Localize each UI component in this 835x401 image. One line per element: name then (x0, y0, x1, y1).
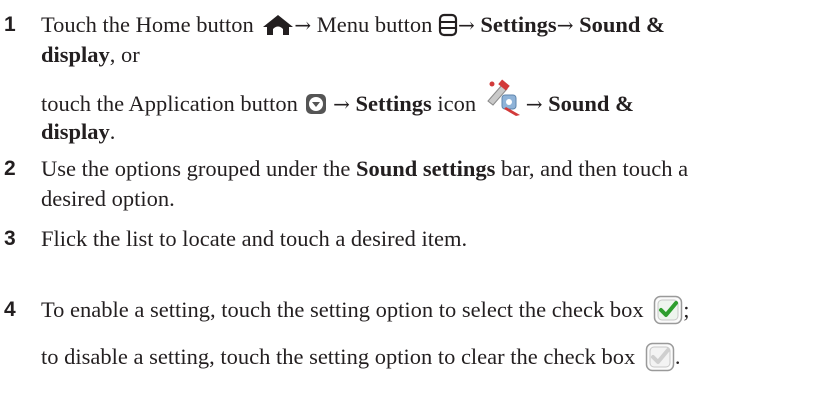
step-2-line-1: Use the options grouped under the Sound … (41, 154, 688, 184)
step-1-line-1: Touch the Home button → Menu button → Se… (41, 10, 665, 40)
step-text: To enable a setting, touch the setting o… (41, 297, 644, 322)
arrow-icon: → (556, 13, 574, 37)
cleared-checkbox-icon (645, 342, 675, 372)
step-1-line-3: touch the Application button → Settings … (41, 79, 634, 125)
menu-path-sound-display: display (41, 119, 110, 144)
menu-path-settings: Settings (355, 91, 432, 117)
checked-checkbox-icon (653, 295, 683, 325)
arrow-icon: → (458, 13, 475, 37)
step-text: Use the options grouped under the (41, 156, 351, 181)
step-number: 4 (4, 298, 16, 321)
arrow-icon: → (294, 13, 312, 37)
home-icon (262, 14, 294, 36)
step-text: Menu button (316, 12, 433, 37)
step-4-line-1: To enable a setting, touch the setting o… (41, 295, 690, 327)
step-3-line-1: Flick the list to locate and touch a des… (41, 226, 468, 251)
arrow-icon: → (525, 92, 543, 117)
step-number: 2 (4, 157, 16, 180)
step-text: ; (683, 297, 690, 322)
step-4-line-2: to disable a setting, touch the setting … (41, 342, 680, 374)
arrow-icon: → (333, 92, 350, 117)
step-text: to disable a setting, touch the setting … (41, 344, 636, 369)
menu-path-sound-display: Sound & (579, 12, 665, 37)
application-icon (305, 93, 327, 115)
settings-icon (482, 79, 526, 117)
menu-path-sound-display: Sound & (548, 91, 634, 117)
menu-path-settings: Settings (480, 12, 557, 37)
step-number: 3 (4, 227, 16, 250)
step-1-line-2: display, or (41, 40, 140, 70)
step-1-line-4: display. (41, 117, 115, 147)
step-text: touch the Application button (41, 91, 298, 117)
sound-settings-bar-label: Sound settings (355, 156, 496, 181)
step-number: 1 (4, 13, 16, 36)
step-text: icon (437, 91, 477, 117)
step-text: Touch the Home button (41, 12, 254, 37)
menu-icon (438, 13, 458, 37)
step-2-line-2: desired option. (41, 186, 175, 211)
step-text: bar, and then touch a (501, 156, 689, 181)
step-text: , or (109, 42, 140, 67)
menu-path-sound-display: display (41, 42, 110, 67)
step-text: . (674, 344, 681, 369)
step-text: . (109, 119, 116, 144)
